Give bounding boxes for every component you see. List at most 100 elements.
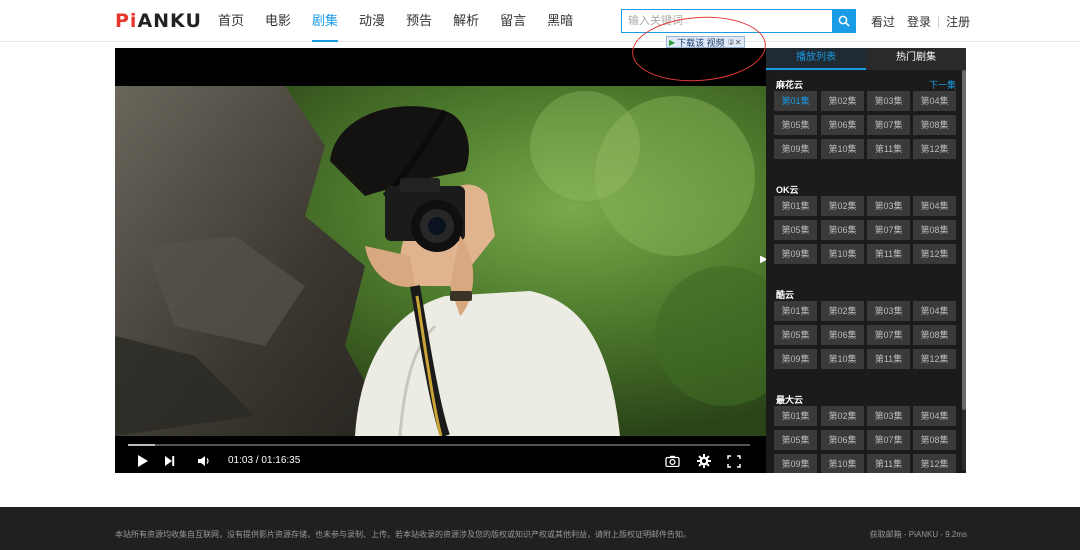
episode-button[interactable]: 第07集 (867, 115, 910, 135)
search-icon (838, 15, 850, 27)
episode-button[interactable]: 第04集 (913, 406, 956, 426)
fullscreen-button[interactable] (727, 450, 741, 472)
play-icon (138, 455, 148, 467)
episode-button[interactable]: 第06集 (821, 115, 864, 135)
episode-button[interactable]: 第11集 (867, 349, 910, 369)
download-extra[interactable]: ②✕ (728, 38, 742, 47)
source-name: 最大云 (776, 395, 804, 405)
episode-button[interactable]: 第08集 (913, 220, 956, 240)
episode-button[interactable]: 第03集 (867, 196, 910, 216)
history-link[interactable]: 看过 (871, 13, 895, 30)
link-separator: | (937, 14, 941, 28)
episode-button[interactable]: 第01集 (774, 406, 817, 426)
episode-button[interactable]: 第08集 (913, 115, 956, 135)
nav-item[interactable]: 预告 (406, 0, 432, 42)
episode-button[interactable]: 第04集 (913, 301, 956, 321)
register-link[interactable]: 注册 (946, 13, 970, 30)
fullscreen-icon (727, 454, 741, 468)
logo[interactable]: PiANKU (115, 10, 202, 32)
footer-right-text: 获取邮箱 - PiANKU - 9.2ms (869, 530, 967, 539)
source-name: 酷云 (776, 290, 795, 300)
video-still-image (115, 86, 766, 436)
nav-item[interactable]: 黑暗 (547, 0, 573, 42)
episode-button[interactable]: 第10集 (821, 139, 864, 159)
settings-button[interactable] (697, 450, 711, 472)
episode-button[interactable]: 第08集 (913, 325, 956, 345)
play-button[interactable] (137, 450, 148, 472)
nav-item[interactable]: 首页 (218, 0, 244, 42)
episode-button[interactable]: 第09集 (774, 139, 817, 159)
episode-button[interactable]: 第12集 (913, 139, 956, 159)
footer-disclaimer: 本站所有资源均收集自互联网，没有提供影片资源存储，也未参与录制、上传。若本站收录… (115, 530, 691, 539)
episode-button[interactable]: 第10集 (821, 454, 864, 473)
video-frame[interactable] (115, 86, 766, 436)
playlist-scrollbar[interactable] (962, 70, 966, 470)
episode-button[interactable]: 第11集 (867, 139, 910, 159)
episode-button[interactable]: 第08集 (913, 430, 956, 450)
episode-button[interactable]: 第02集 (821, 301, 864, 321)
progress-fill (128, 444, 156, 446)
episode-button[interactable]: 第06集 (821, 220, 864, 240)
episode-button[interactable]: 第03集 (867, 301, 910, 321)
episode-button[interactable]: 第11集 (867, 244, 910, 264)
site-header: PiANKU 首页电影剧集动漫预告解析留言黑暗 看过 登录 | 注册 (0, 0, 1080, 42)
nav-item[interactable]: 解析 (453, 0, 479, 42)
episode-button[interactable]: 第02集 (821, 406, 864, 426)
episode-button[interactable]: 第06集 (821, 430, 864, 450)
episode-button[interactable]: 第09集 (774, 349, 817, 369)
episode-button[interactable]: 第07集 (867, 325, 910, 345)
episode-button[interactable]: 第12集 (913, 244, 956, 264)
settings-icon (697, 454, 711, 468)
episode-button[interactable]: 第01集 (774, 301, 817, 321)
nav-item[interactable]: 动漫 (359, 0, 385, 42)
screenshot-icon (665, 455, 680, 467)
episode-button[interactable]: 第04集 (913, 91, 956, 111)
login-link[interactable]: 登录 (907, 13, 931, 30)
search-input[interactable] (622, 10, 833, 32)
next-icon (165, 456, 175, 466)
episode-button[interactable]: 第05集 (774, 115, 817, 135)
source-name: OK云 (776, 185, 799, 195)
player-controls: 01:03 / 01:16:35 (115, 450, 766, 472)
next-episode-button[interactable] (164, 450, 175, 472)
episode-button[interactable]: 第03集 (867, 406, 910, 426)
tab-playlist[interactable]: 播放列表 (766, 48, 866, 70)
episode-button[interactable]: 第10集 (821, 244, 864, 264)
download-video-bar[interactable]: ▶ 下载该 视频 ②✕ (666, 36, 745, 48)
nav-item[interactable]: 电影 (265, 0, 291, 42)
screenshot-button[interactable] (665, 450, 680, 472)
episode-button[interactable]: 第03集 (867, 91, 910, 111)
episode-button[interactable]: 第09集 (774, 454, 817, 473)
volume-button[interactable] (197, 450, 211, 472)
episode-button[interactable]: 第07集 (867, 220, 910, 240)
episode-button[interactable]: 第01集 (774, 196, 817, 216)
scrollbar-thumb[interactable] (962, 70, 966, 410)
next-episode-link[interactable]: 下一集 (929, 78, 956, 91)
episode-button[interactable]: 第11集 (867, 454, 910, 473)
episode-button[interactable]: 第05集 (774, 325, 817, 345)
episode-button[interactable]: 第02集 (821, 91, 864, 111)
source-name: 麻花云 (776, 80, 804, 90)
progress-bar[interactable] (128, 444, 750, 446)
episode-button[interactable]: 第02集 (821, 196, 864, 216)
playlist-tabs: 播放列表 热门剧集 (766, 48, 966, 70)
tab-hot-series[interactable]: 热门剧集 (866, 48, 966, 70)
search-button[interactable] (832, 10, 855, 32)
volume-icon (198, 456, 209, 466)
episode-button[interactable]: 第05集 (774, 220, 817, 240)
playback-time: 01:03 / 01:16:35 (228, 455, 301, 466)
video-player[interactable]: 01:03 / 01:16:35 (115, 48, 766, 473)
nav-item[interactable]: 剧集 (312, 0, 339, 42)
main-nav: 首页 电影 剧集 动漫 预告 解析 留言 黑暗 (218, 0, 594, 42)
episode-button[interactable]: 第10集 (821, 349, 864, 369)
episode-button[interactable]: 第05集 (774, 430, 817, 450)
episode-button[interactable]: 第06集 (821, 325, 864, 345)
episode-button[interactable]: 第01集 (774, 91, 817, 111)
playlist-panel: 播放列表 热门剧集 麻花云 下一集 第01集 第02集 第03集 第04集 第05集 第06集… (766, 48, 966, 473)
episode-button[interactable]: 第12集 (913, 454, 956, 473)
episode-button[interactable]: 第04集 (913, 196, 956, 216)
episode-button[interactable]: 第09集 (774, 244, 817, 264)
nav-item[interactable]: 留言 (500, 0, 526, 42)
episode-button[interactable]: 第12集 (913, 349, 956, 369)
episode-button[interactable]: 第07集 (867, 430, 910, 450)
